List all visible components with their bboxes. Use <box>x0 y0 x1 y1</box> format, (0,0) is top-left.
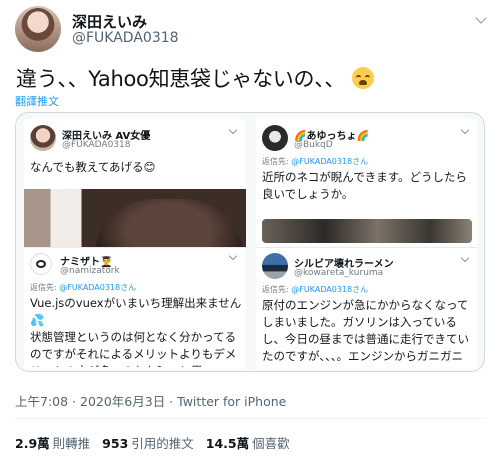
retweets-stat[interactable]: 2.9萬 則轉推 <box>15 433 90 452</box>
reply-to-mention: @FUKADA0318さん <box>291 157 369 166</box>
quotes-count: 953 <box>102 436 129 451</box>
embedded-text: Vue.jsのvuexがいまいち理解出来ません💦 状態管理というのは何となく分か… <box>30 296 242 367</box>
divider <box>24 247 246 248</box>
reply-to-line: 返信先: @FUKADA0318さん <box>262 284 368 295</box>
embedded-handle: @FUKADA0318 <box>62 140 131 150</box>
tweet-text: 違う、、Yahoo知恵袋じゃないの、、 <box>16 63 374 93</box>
embedded-avatar <box>30 253 52 275</box>
author-avatar[interactable] <box>15 6 61 52</box>
tweet-media-image[interactable]: 深田えいみ AV女優 @FUKADA0318 なんでも教えてあげる😊 ナミザト👨… <box>15 112 485 372</box>
embedded-avatar <box>262 125 288 151</box>
engagement-stats: 2.9萬 則轉推 953 引用的推文 14.5萬 個喜歡 <box>15 433 290 452</box>
more-chevron-icon <box>460 253 470 263</box>
reply-prefix: 返信先: <box>262 285 292 294</box>
reply-to-line: 返信先: @FUKADA0318さん <box>30 282 136 293</box>
likes-label: 個喜歡 <box>252 436 290 451</box>
reply-to-mention: @FUKADA0318さん <box>291 285 369 294</box>
tweet-text-body: 違う、、Yahoo知恵袋じゃないの、、 <box>16 67 346 91</box>
loudly-crying-face-emoji <box>351 67 374 89</box>
more-chevron-icon <box>228 251 238 261</box>
embedded-photo <box>262 219 472 243</box>
embedded-text: なんでも教えてあげる😊 <box>30 160 156 174</box>
divider <box>256 247 478 248</box>
reply-to-mention: @FUKADA0318さん <box>59 283 137 292</box>
translate-tweet-link[interactable]: 翻譯推文 <box>15 93 59 109</box>
quotes-stat[interactable]: 953 引用的推文 <box>102 433 194 452</box>
embedded-avatar <box>30 125 56 151</box>
embedded-handle: @kowareta_kuruma <box>294 268 384 278</box>
likes-stat[interactable]: 14.5萬 個喜歡 <box>206 433 290 452</box>
author-name[interactable]: 深田えいみ <box>72 11 147 32</box>
embedded-photo <box>24 189 246 247</box>
embedded-text: 原付のエンジンが急にかからなくなってしまいました。ガソリンは入っているし、今日の… <box>262 298 469 367</box>
embedded-text: 近所のネコが睨んできます。どうしたら良いでしょうか。 <box>262 170 468 201</box>
author-handle[interactable]: @FUKADA0318 <box>72 30 179 46</box>
retweets-count: 2.9萬 <box>15 436 50 451</box>
tweet-timestamp[interactable]: 上午7:08 · 2020年6月3日 · Twitter for iPhone <box>15 391 286 410</box>
embedded-handle: @namizatork <box>60 266 120 276</box>
more-chevron-icon <box>460 125 470 135</box>
quotes-label: 引用的推文 <box>131 436 194 451</box>
more-chevron-icon[interactable] <box>475 12 487 24</box>
embedded-handle: @BukqD <box>294 140 333 150</box>
reply-prefix: 返信先: <box>30 283 60 292</box>
likes-count: 14.5萬 <box>205 436 250 451</box>
embedded-avatar <box>262 253 288 279</box>
divider <box>15 418 485 419</box>
more-chevron-icon <box>228 125 238 135</box>
retweets-label: 則轉推 <box>52 436 91 451</box>
embedded-tweet-right-column: 🌈あゆっちょ🌈 @BukqD 返信先: @FUKADA0318さん 近所のネコが… <box>256 119 478 369</box>
embedded-tweet-left-column: 深田えいみ AV女優 @FUKADA0318 なんでも教えてあげる😊 ナミザト👨… <box>24 119 246 369</box>
reply-to-line: 返信先: @FUKADA0318さん <box>262 156 368 167</box>
reply-prefix: 返信先: <box>262 157 292 166</box>
